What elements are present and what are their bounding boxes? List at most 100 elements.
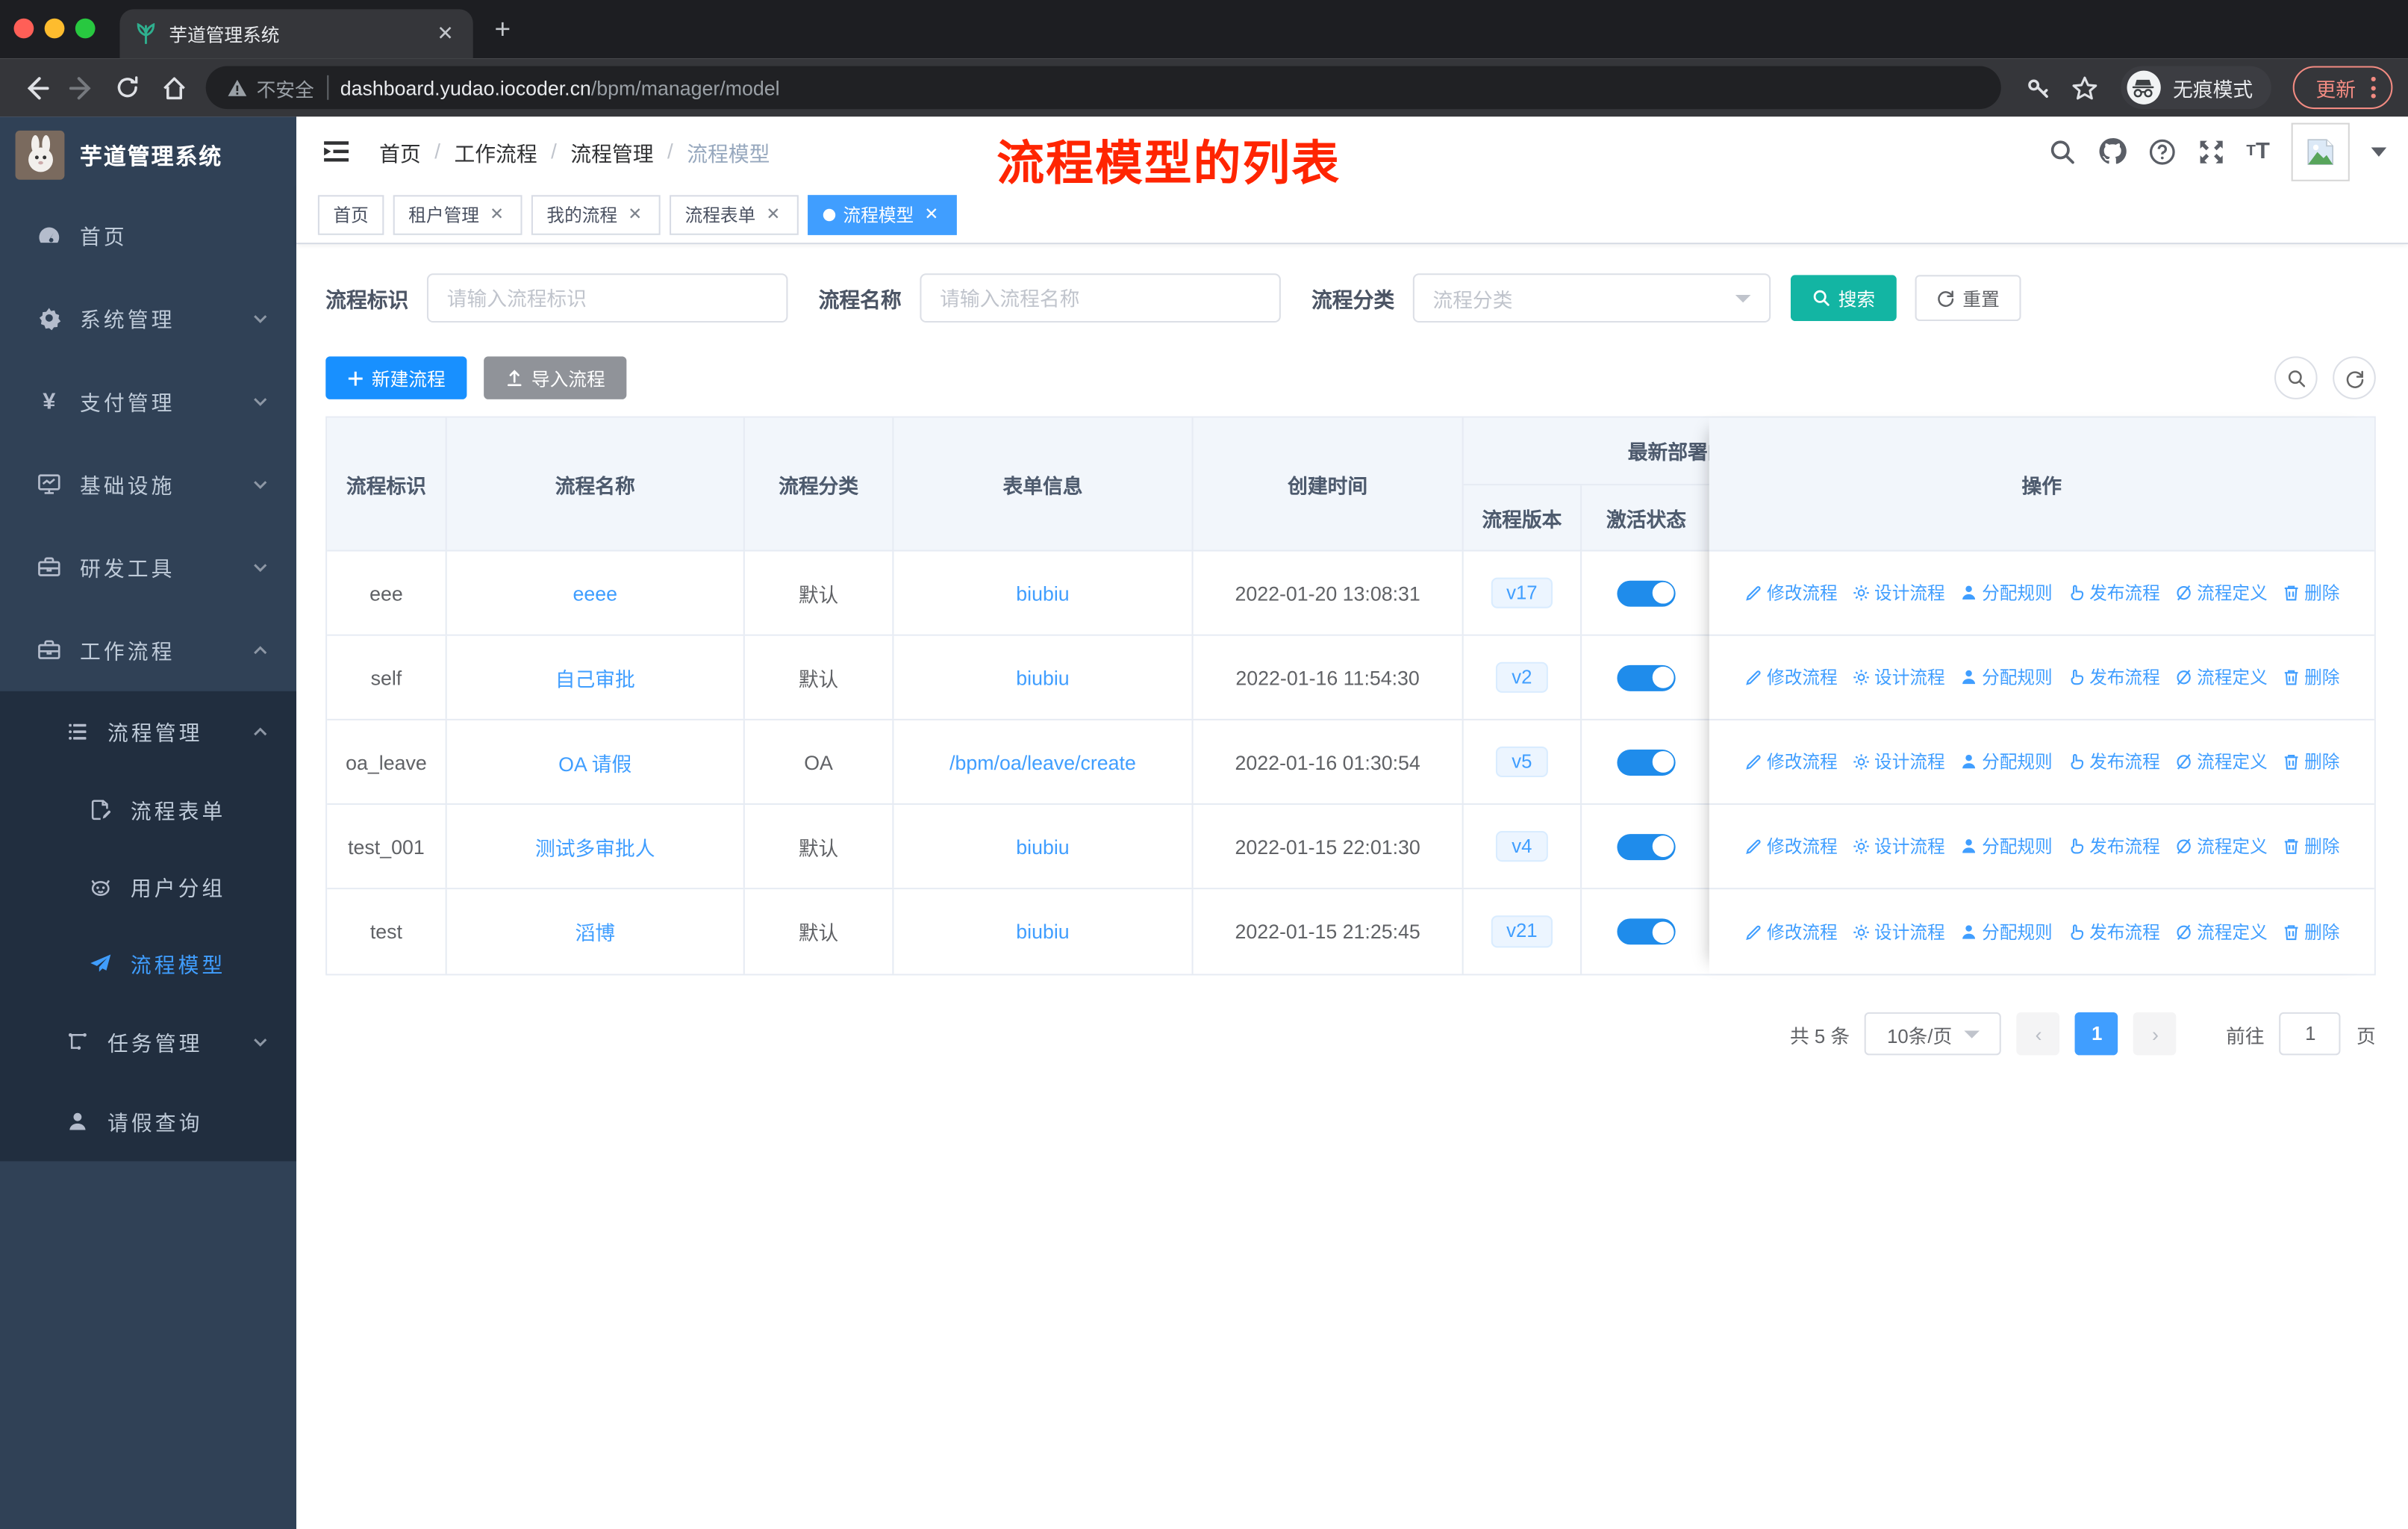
design-process-link[interactable]: 设计流程 [1851,834,1945,859]
address-bar[interactable]: 不安全 dashboard.yudao.iocoder.cn/bpm/manag… [205,66,2001,110]
reload-icon[interactable] [107,68,147,108]
form-info-link[interactable]: /bpm/oa/leave/create [949,750,1136,773]
help-icon[interactable] [2148,137,2176,165]
design-process-link[interactable]: 设计流程 [1851,750,1945,774]
search-icon[interactable] [2048,137,2076,165]
publish-process-link[interactable]: 发布流程 [2066,750,2160,774]
breadcrumb-home[interactable]: 首页 [379,136,421,166]
process-name-link[interactable]: 自己审批 [555,663,635,692]
active-toggle[interactable] [1617,579,1676,606]
page-size-select[interactable]: 10条/页 [1865,1012,2002,1056]
design-process-link[interactable]: 设计流程 [1851,919,1945,944]
fullscreen-icon[interactable] [2198,137,2225,165]
goto-page-input[interactable] [2280,1012,2342,1056]
assign-rule-link[interactable]: 分配规则 [1959,581,2053,605]
modify-process-link[interactable]: 修改流程 [1744,665,1838,690]
tag-close-icon[interactable]: ✕ [921,205,941,225]
active-toggle[interactable] [1617,833,1676,860]
filter-name-input[interactable] [920,273,1281,323]
active-toggle[interactable] [1617,918,1676,945]
password-key-icon[interactable] [2019,68,2059,108]
tag-close-icon[interactable]: ✕ [487,205,507,225]
reset-button[interactable]: 重置 [1915,275,2021,321]
modify-process-link[interactable]: 修改流程 [1744,919,1838,944]
assign-rule-link[interactable]: 分配规则 [1959,665,2053,690]
sidebar-item-task-management[interactable]: 任务管理 [0,1001,296,1081]
assign-rule-link[interactable]: 分配规则 [1959,750,2053,774]
form-info-link[interactable]: biubiu [1016,920,1069,943]
process-definition-link[interactable]: 流程定义 [2174,581,2268,605]
design-process-link[interactable]: 设计流程 [1851,665,1945,690]
assign-rule-link[interactable]: 分配规则 [1959,834,2053,859]
process-definition-link[interactable]: 流程定义 [2174,919,2268,944]
tag-tenant-mgmt[interactable]: 租户管理 ✕ [393,194,523,234]
show-search-icon[interactable] [2274,356,2318,399]
refresh-table-icon[interactable] [2333,356,2376,399]
tab-close-icon[interactable]: ✕ [433,22,458,46]
sidebar-item-dev-tools[interactable]: 研发工具 [0,526,296,608]
process-name-link[interactable]: 测试多审批人 [535,832,655,861]
delete-link[interactable]: 删除 [2281,581,2339,605]
process-definition-link[interactable]: 流程定义 [2174,665,2268,690]
form-info-link[interactable]: biubiu [1016,666,1069,689]
current-page[interactable]: 1 [2075,1012,2119,1056]
form-info-link[interactable]: biubiu [1016,835,1069,858]
filter-category-select[interactable]: 流程分类 [1412,273,1771,323]
tag-process-form[interactable]: 流程表单 ✕ [670,194,799,234]
sidebar-item-home[interactable]: 首页 [0,193,296,276]
active-toggle[interactable] [1617,748,1676,775]
modify-process-link[interactable]: 修改流程 [1744,750,1838,774]
tag-my-process[interactable]: 我的流程 ✕ [531,194,661,234]
filter-id-input[interactable] [426,273,788,323]
tag-process-model[interactable]: 流程模型 ✕ [808,194,957,234]
process-name-link[interactable]: 滔博 [575,917,615,946]
active-toggle[interactable] [1617,664,1676,691]
avatar-caret-icon[interactable] [2371,146,2387,156]
publish-process-link[interactable]: 发布流程 [2066,919,2160,944]
maximize-window-button[interactable] [75,18,96,39]
browser-tab[interactable]: 芋道管理系统 ✕ [119,9,473,59]
breadcrumb-process-mgmt[interactable]: 流程管理 [570,136,653,166]
sidebar-item-process-model[interactable]: 流程模型 [0,925,296,1002]
browser-update-button[interactable]: 更新 [2292,66,2393,110]
new-tab-button[interactable]: + [494,16,511,43]
avatar[interactable] [2291,122,2350,181]
import-process-button[interactable]: 导入流程 [484,356,627,399]
sidebar-item-system[interactable]: 系统管理 [0,276,296,359]
search-button[interactable]: 搜索 [1790,275,1897,321]
modify-process-link[interactable]: 修改流程 [1744,581,1838,605]
home-icon[interactable] [154,68,193,108]
delete-link[interactable]: 删除 [2281,750,2339,774]
design-process-link[interactable]: 设计流程 [1851,581,1945,605]
delete-link[interactable]: 删除 [2281,919,2339,944]
sidebar-item-leave-query[interactable]: 请假查询 [0,1081,296,1161]
security-warning[interactable]: 不安全 [227,73,314,102]
sidebar-item-workflow[interactable]: 工作流程 [0,608,296,691]
publish-process-link[interactable]: 发布流程 [2066,581,2160,605]
process-name-link[interactable]: eeee [573,582,617,605]
sidebar-collapse-icon[interactable] [321,134,355,168]
sidebar-item-process-form[interactable]: 流程表单 [0,771,296,848]
forward-icon[interactable] [61,68,101,108]
tag-close-icon[interactable]: ✕ [625,205,645,225]
minimize-window-button[interactable] [44,18,65,39]
close-window-button[interactable] [13,18,34,39]
breadcrumb-workflow[interactable]: 工作流程 [455,136,537,166]
process-name-link[interactable]: OA 请假 [558,747,631,776]
form-info-link[interactable]: biubiu [1016,582,1069,605]
browser-menu-icon[interactable] [2371,76,2376,99]
publish-process-link[interactable]: 发布流程 [2066,665,2160,690]
sidebar-item-infrastructure[interactable]: 基础设施 [0,443,296,526]
window-controls[interactable] [13,18,96,39]
sidebar-item-user-group[interactable]: 用户分组 [0,848,296,925]
next-page-button[interactable]: › [2133,1012,2177,1056]
publish-process-link[interactable]: 发布流程 [2066,834,2160,859]
tag-home[interactable]: 首页 [317,194,384,234]
assign-rule-link[interactable]: 分配规则 [1959,919,2053,944]
sidebar-item-payment[interactable]: ¥ 支付管理 [0,359,296,442]
back-icon[interactable] [16,68,55,108]
bookmark-star-icon[interactable] [2065,68,2105,108]
sidebar-item-process-management[interactable]: 流程管理 [0,691,296,771]
create-process-button[interactable]: 新建流程 [325,356,467,399]
delete-link[interactable]: 删除 [2281,834,2339,859]
